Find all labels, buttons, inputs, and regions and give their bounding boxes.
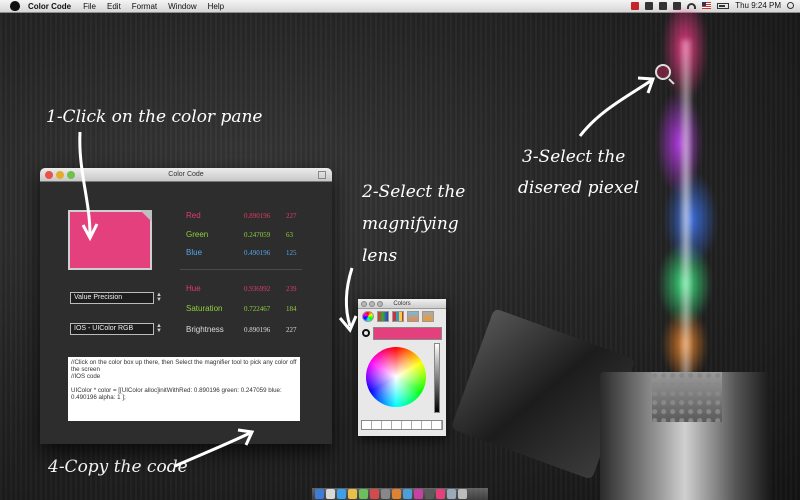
itunes-dock-icon[interactable] xyxy=(414,489,423,499)
terminal-dock-icon[interactable] xyxy=(425,489,434,499)
arrow-step4 xyxy=(174,431,251,468)
trash-dock-icon[interactable] xyxy=(458,489,467,499)
dock xyxy=(312,488,488,500)
folder-dock-icon[interactable] xyxy=(447,489,456,499)
photos-dock-icon[interactable] xyxy=(392,489,401,499)
arrow-step1 xyxy=(78,131,92,236)
arrow-step2 xyxy=(345,267,354,327)
launchpad-dock-icon[interactable] xyxy=(326,489,335,499)
arrow-step3 xyxy=(578,78,653,137)
safari-dock-icon[interactable] xyxy=(337,489,346,499)
appstore-dock-icon[interactable] xyxy=(403,489,412,499)
annotation-arrows xyxy=(78,76,656,468)
calendar-dock-icon[interactable] xyxy=(370,489,379,499)
preferences-dock-icon[interactable] xyxy=(381,489,390,499)
messages-dock-icon[interactable] xyxy=(359,489,368,499)
notes-dock-icon[interactable] xyxy=(348,489,357,499)
finder-dock-icon[interactable] xyxy=(315,489,324,499)
colorcode-dock-icon[interactable] xyxy=(436,489,445,499)
